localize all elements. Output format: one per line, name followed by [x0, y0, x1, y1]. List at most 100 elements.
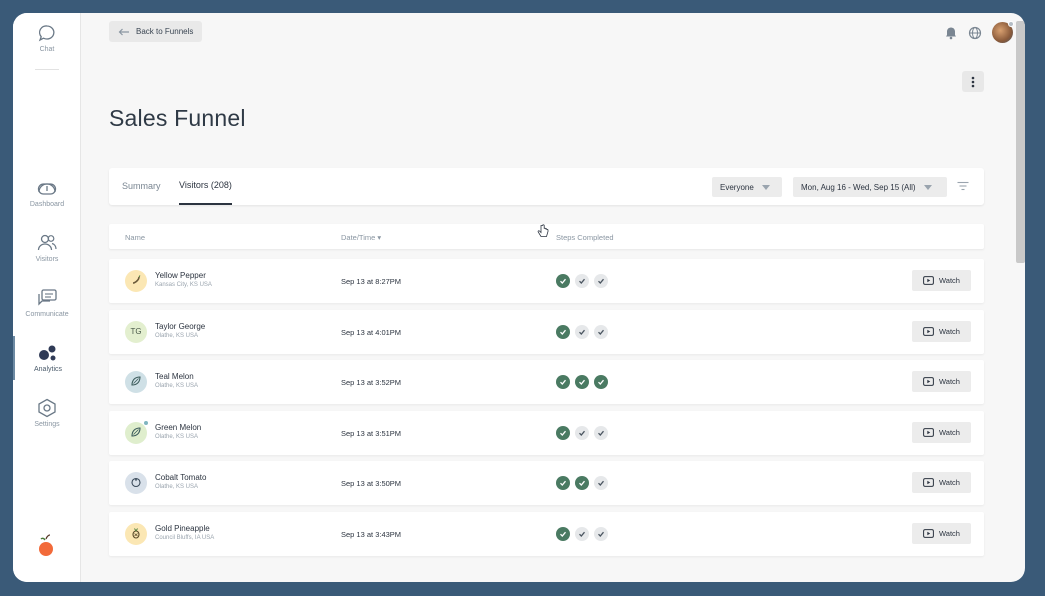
- step-completed-icon: [556, 375, 570, 390]
- sidebar-item-settings[interactable]: Settings: [13, 398, 81, 428]
- arrow-left-icon: [118, 28, 129, 35]
- steps-completed: [556, 476, 608, 491]
- play-video-icon: [923, 478, 934, 488]
- step-completed-icon: [575, 375, 589, 390]
- sidebar-divider: [35, 69, 59, 70]
- watch-button[interactable]: Watch: [912, 421, 971, 443]
- visitor-location: Olathe, KS USA: [155, 433, 199, 440]
- page-title: Sales Funnel: [109, 105, 246, 131]
- step-pending-icon: [594, 425, 608, 440]
- watch-button[interactable]: Watch: [912, 270, 971, 291]
- visitor-name[interactable]: Teal Melon: [155, 372, 194, 381]
- table-row[interactable]: Green Melon Olathe, KS USA Sep 13 at 3:5…: [109, 410, 984, 455]
- step-completed-icon: [556, 324, 570, 339]
- step-completed-icon: [556, 527, 570, 541]
- users-icon: [37, 234, 57, 251]
- watch-button[interactable]: Watch: [912, 320, 971, 342]
- steps-completed: [556, 375, 608, 390]
- play-video-icon: [923, 377, 934, 387]
- visitor-name[interactable]: Yellow Pepper: [155, 271, 206, 280]
- column-header-name[interactable]: Name: [125, 233, 145, 242]
- tab-summary[interactable]: Summary: [122, 168, 161, 205]
- play-video-icon: [923, 529, 934, 538]
- watch-button[interactable]: Watch: [912, 472, 971, 494]
- watch-button[interactable]: Watch: [912, 371, 971, 393]
- watch-button[interactable]: Watch: [912, 523, 971, 544]
- chevron-down-icon: [761, 184, 770, 190]
- sidebar-item-chat[interactable]: Chat: [13, 23, 81, 53]
- more-vertical-icon: [971, 76, 975, 87]
- sidebar-item-label: Visitors: [35, 256, 59, 263]
- visitor-location: Kansas City, KS USA: [155, 282, 212, 288]
- column-header-steps[interactable]: Steps Completed: [556, 233, 614, 242]
- visitor-name[interactable]: Gold Pineapple: [155, 524, 210, 533]
- table-row[interactable]: Gold Pineapple Council Bluffs, IA USA Se…: [109, 512, 984, 556]
- tabs-bar: Summary Visitors (208) Everyone Mon, Aug…: [109, 168, 984, 205]
- watch-label: Watch: [939, 529, 960, 538]
- scrollbar[interactable]: [1016, 21, 1025, 263]
- bell-icon[interactable]: [944, 26, 958, 40]
- dashboard-gauge-icon: [37, 183, 57, 195]
- back-button-label: Back to Funnels: [136, 27, 194, 36]
- date-range-value: Mon, Aug 16 - Wed, Sep 15 (All): [801, 182, 916, 192]
- tab-visitors[interactable]: Visitors (208): [179, 168, 232, 205]
- date-range-select[interactable]: Mon, Aug 16 - Wed, Sep 15 (All): [793, 177, 947, 197]
- main-content: Back to Funnels Sales Funnel Summary Vis…: [82, 13, 1014, 582]
- watch-label: Watch: [939, 377, 960, 387]
- sidebar-item-label: Settings: [34, 421, 60, 428]
- visit-datetime: Sep 13 at 3:52PM: [341, 378, 402, 388]
- table-row[interactable]: Teal Melon Olathe, KS USA Sep 13 at 3:52…: [109, 360, 984, 405]
- step-pending-icon: [594, 527, 608, 541]
- play-video-icon: [923, 427, 934, 437]
- step-completed-icon: [594, 375, 608, 390]
- visitor-name[interactable]: Cobalt Tomato: [155, 473, 206, 482]
- step-pending-icon: [594, 274, 608, 288]
- visit-datetime: Sep 13 at 3:50PM: [341, 479, 402, 489]
- table-row[interactable]: TG Taylor George Olathe, KS USA Sep 13 a…: [109, 309, 984, 354]
- visitor-avatar: [125, 523, 147, 545]
- table-row[interactable]: Cobalt Tomato Olathe, KS USA Sep 13 at 3…: [109, 461, 984, 506]
- play-video-icon: [923, 276, 934, 285]
- hand-cursor-icon: [537, 224, 549, 237]
- sidebar: Chat Dashboard Visitors Communicate Anal…: [13, 13, 81, 582]
- column-header-date[interactable]: Date/Time ▾: [341, 233, 381, 242]
- watch-label: Watch: [939, 276, 960, 285]
- status-dot: [1008, 21, 1014, 27]
- visitor-avatar: TG: [125, 320, 147, 343]
- visit-datetime: Sep 13 at 8:27PM: [341, 277, 402, 286]
- step-pending-icon: [594, 324, 608, 339]
- sidebar-item-analytics[interactable]: Analytics: [13, 336, 81, 380]
- steps-completed: [556, 274, 608, 288]
- step-pending-icon: [575, 425, 589, 440]
- visitor-initials: TG: [130, 327, 142, 337]
- chevron-down-icon: [923, 184, 932, 190]
- step-pending-icon: [575, 274, 589, 288]
- steps-completed: [556, 527, 608, 541]
- globe-icon[interactable]: [968, 26, 982, 40]
- table-row[interactable]: Yellow Pepper Kansas City, KS USA Sep 13…: [109, 259, 984, 303]
- settings-hexagon-icon: [38, 398, 56, 418]
- sidebar-item-label: Dashboard: [29, 201, 65, 208]
- visitor-avatar: [125, 371, 147, 394]
- visitor-avatar: [125, 419, 149, 444]
- user-avatar[interactable]: [992, 21, 1014, 43]
- visitor-location: Olathe, KS USA: [155, 332, 199, 339]
- back-to-funnels-button[interactable]: Back to Funnels: [109, 21, 202, 42]
- messages-icon: [38, 289, 57, 306]
- sidebar-item-communicate[interactable]: Communicate: [13, 288, 81, 318]
- filter-icon[interactable]: [957, 181, 969, 191]
- top-right-icons: [944, 21, 1014, 43]
- more-options-button[interactable]: [962, 71, 984, 92]
- sidebar-item-visitors[interactable]: Visitors: [13, 233, 81, 263]
- visitor-name[interactable]: Green Melon: [155, 423, 201, 432]
- visitor-location: Council Bluffs, IA USA: [155, 535, 215, 541]
- audience-select[interactable]: Everyone: [712, 177, 782, 197]
- sidebar-item-dashboard[interactable]: Dashboard: [13, 178, 81, 208]
- sidebar-item-label: Communicate: [25, 311, 69, 318]
- analytics-bubbles-icon: [39, 345, 56, 361]
- visitor-location: Olathe, KS USA: [155, 383, 199, 390]
- visitor-name[interactable]: Taylor George: [155, 322, 205, 331]
- chat-bubble-icon: [38, 25, 55, 42]
- brand-logo: [37, 533, 55, 564]
- visit-datetime: Sep 13 at 4:01PM: [341, 327, 402, 337]
